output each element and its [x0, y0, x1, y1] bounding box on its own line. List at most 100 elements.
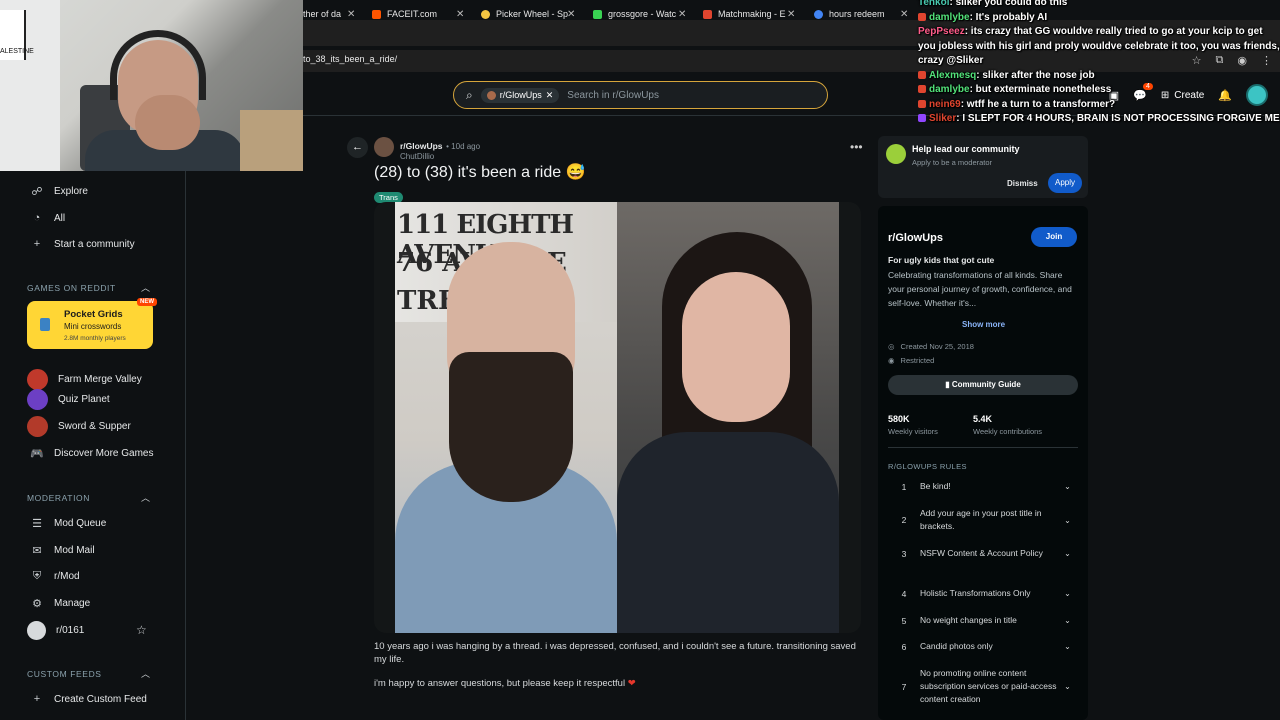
favorite-star-icon[interactable]: ☆ [136, 623, 147, 637]
webcam-flag: ALESTINE [0, 10, 34, 60]
dismiss-button[interactable]: Dismiss [1007, 179, 1038, 188]
game-avatar [27, 369, 48, 390]
browser-tab[interactable]: grossgore - Watc ✕ [593, 4, 690, 24]
chevron-down-icon[interactable]: ⌄ [1060, 682, 1075, 691]
search-icon: ⌕ [466, 87, 473, 102]
apply-button[interactable]: Apply [1048, 173, 1082, 193]
close-tab-icon[interactable]: ✕ [347, 9, 355, 20]
chevron-down-icon[interactable]: ⌄ [1060, 616, 1075, 625]
chevron-down-icon[interactable]: ⌄ [1060, 642, 1075, 651]
sidebar-item-label: Farm Merge Valley [58, 374, 142, 385]
tab-label: ther of da [303, 9, 342, 19]
sidebar-item-mod-queue[interactable]: ☰ Mod Queue [30, 517, 106, 530]
post-age: • 10d ago [446, 142, 481, 151]
mod-shield-icon: ⛨ [32, 570, 42, 582]
rule-number: 7 [901, 681, 907, 692]
search-input[interactable]: ⌕ r/GlowUps ✕ Search in r/GlowUps [453, 81, 828, 109]
sidebar-game-sword-supper[interactable]: Sword & Supper [27, 416, 131, 437]
chat-message: Alexmesq: sliker after the nose job [915, 69, 1280, 84]
chat-badge-icon [918, 114, 926, 122]
close-tab-icon[interactable]: ✕ [900, 9, 908, 20]
promo-subtitle: Mini crosswords [64, 322, 122, 331]
chat-username: damlybe [929, 84, 970, 95]
chevron-up-icon[interactable]: ︿ [141, 667, 150, 680]
sidebar-item-mod-mail[interactable]: ✉ Mod Mail [30, 544, 94, 557]
sidebar-item-explore[interactable]: ☍ Explore [30, 185, 87, 198]
chevron-down-icon[interactable]: ⌄ [1060, 549, 1075, 558]
sidebar-item-r-mod[interactable]: ⛨ r/Mod [30, 570, 80, 583]
rule-item[interactable]: 4 Holistic Transformations Only ⌄ [888, 587, 1083, 600]
chat-text: : its crazy that GG wouldve really tried… [918, 26, 1280, 66]
browser-tab[interactable]: Matchmaking - E ✕ [703, 4, 799, 24]
games-section-heading[interactable]: GAMES ON REDDIT [27, 283, 116, 293]
browser-tab[interactable]: Picker Wheel - Sp ✕ [481, 4, 579, 24]
search-scope-chip[interactable]: r/GlowUps ✕ [480, 87, 560, 103]
rule-item[interactable]: 2 Add your age in your post title in brac… [888, 507, 1083, 533]
chevron-down-icon[interactable]: ⌄ [1060, 589, 1075, 598]
pocket-grids-promo[interactable]: Pocket Grids Mini crosswords 2.8M monthl… [27, 298, 157, 349]
chat-username: PepPseez [918, 26, 965, 37]
clear-scope-icon[interactable]: ✕ [546, 90, 554, 101]
sidebar-game-farm-merge-valley[interactable]: Farm Merge Valley [27, 369, 142, 390]
subreddit-name[interactable]: r/GlowUps [888, 232, 943, 244]
custom-feeds-heading[interactable]: CUSTOM FEEDS [27, 669, 102, 679]
rule-text: Add your age in your post title in brack… [920, 508, 1042, 531]
sidebar-discover-games[interactable]: 🎮 Discover More Games [30, 447, 153, 460]
chat-username: Sliker [929, 113, 957, 124]
left-sidebar: ☍ Explore ◔ All + Start a community GAME… [0, 171, 186, 720]
webcam-overlay: ALESTINE [0, 0, 303, 171]
sidebar-item-label: Quiz Planet [58, 394, 110, 405]
tab-label: Picker Wheel - Sp [496, 9, 569, 19]
plus-icon: + [33, 693, 41, 705]
rule-item[interactable]: 6 Candid photos only ⌄ [888, 640, 1083, 653]
rule-item[interactable]: 3 NSFW Content & Account Policy ⌄ [888, 547, 1083, 560]
chat-text: : sliker after the nose job [976, 69, 1095, 81]
stream-chat-overlay: Tenkoi: sliker you could do this damlybe:… [915, 0, 1280, 127]
rule-item[interactable]: 5 No weight changes in title ⌄ [888, 614, 1083, 627]
close-tab-icon[interactable]: ✕ [787, 9, 795, 20]
community-guide-button[interactable]: ▮ Community Guide [888, 375, 1078, 395]
sidebar-item-r-0161[interactable]: r/0161 [27, 621, 84, 640]
browser-tab[interactable]: hours redeem ✕ [814, 4, 910, 24]
url-text[interactable]: to_38_its_been_a_ride/ [303, 54, 397, 64]
weekly-contributions-stat: 5.4K Weekly contributions [973, 414, 1042, 436]
close-tab-icon[interactable]: ✕ [456, 9, 464, 20]
chevron-up-icon[interactable]: ︿ [141, 281, 150, 294]
rule-item[interactable]: 7 No promoting online content subscriptio… [888, 667, 1083, 706]
sidebar-game-quiz-planet[interactable]: Quiz Planet [27, 389, 110, 410]
flag-text: ALESTINE [0, 48, 34, 55]
rule-item[interactable]: 1 Be kind! ⌄ [888, 480, 1083, 493]
rule-text: No promoting online content subscription… [920, 668, 1057, 704]
chevron-up-icon[interactable]: ︿ [141, 491, 150, 504]
show-more-button[interactable]: Show more [962, 320, 1005, 329]
browser-tab[interactable]: FACEIT.com ✕ [372, 4, 468, 24]
rule-text: NSFW Content & Account Policy [920, 548, 1043, 558]
back-button[interactable]: ← [347, 137, 368, 158]
sidebar-item-start-community[interactable]: + Start a community [30, 238, 135, 250]
post-body-2: i'm happy to answer questions, but pleas… [374, 678, 636, 689]
chat-badge-icon [918, 12, 926, 21]
mod-card-subtitle: Apply to be a moderator [912, 158, 993, 167]
more-options-icon[interactable]: ••• [850, 140, 863, 154]
sidebar-item-manage[interactable]: ⚙ Manage [30, 597, 90, 610]
rule-number: 2 [901, 515, 907, 525]
join-button[interactable]: Join [1031, 227, 1077, 247]
browser-tab[interactable]: ther of da ✕ [303, 4, 363, 24]
post-meta: r/GlowUps • 10d ago ChutDillio [374, 137, 480, 161]
post-title: (28) to (38) it's been a ride 😅 [374, 164, 586, 181]
sidebar-item-all[interactable]: ◔ All [30, 212, 65, 224]
chat-message: nein69: wtff he a turn to a transformer? [915, 98, 1280, 113]
search-chip-label: r/GlowUps [499, 90, 542, 100]
moderation-section-heading[interactable]: MODERATION [27, 493, 90, 503]
post-author-link[interactable]: ChutDillio [400, 152, 480, 161]
post-subreddit-link[interactable]: r/GlowUps [400, 141, 443, 151]
subreddit-avatar[interactable] [374, 137, 394, 157]
close-tab-icon[interactable]: ✕ [678, 9, 686, 20]
community-snoo-icon [886, 144, 906, 164]
post-image[interactable]: 111 EIGHTH AVENU 76 AVENUE TREE [374, 202, 861, 633]
sidebar-create-custom-feed[interactable]: + Create Custom Feed [30, 693, 147, 705]
chevron-down-icon[interactable]: ⌄ [1060, 482, 1075, 491]
chevron-down-icon[interactable]: ⌄ [1060, 516, 1075, 525]
chat-text: : wtff he a turn to a transformer? [960, 98, 1116, 110]
close-tab-icon[interactable]: ✕ [567, 9, 575, 20]
